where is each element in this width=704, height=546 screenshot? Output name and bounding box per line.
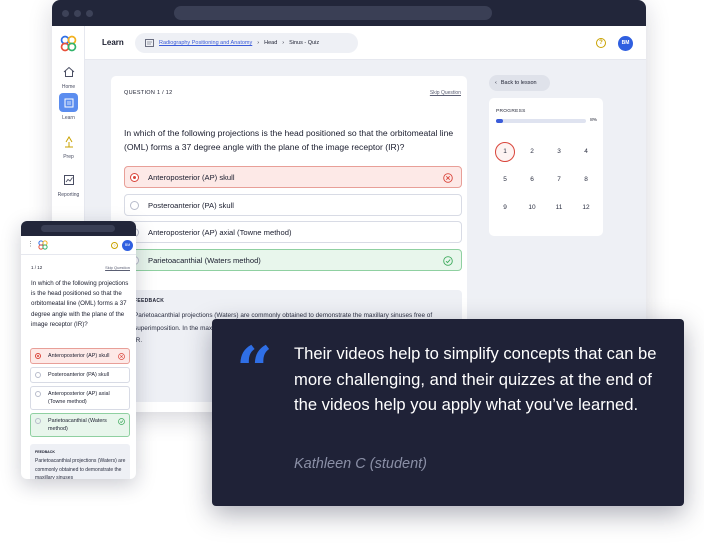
breadcrumb-separator: › xyxy=(282,40,285,46)
window-dot xyxy=(74,10,81,17)
question-text: In which of the following projections is… xyxy=(31,280,129,328)
help-icon[interactable]: ? xyxy=(111,242,118,249)
sidebar-label: Reporting xyxy=(57,192,80,198)
back-to-lesson-button[interactable]: ‹ Back to lesson xyxy=(489,75,550,91)
answer-option[interactable]: Posteroanterior (PA) skull xyxy=(30,367,130,383)
answer-label: Anteroposterior (AP) axial (Towne method… xyxy=(48,391,110,405)
sidebar-label: Learn xyxy=(62,115,75,121)
quote-mark-icon: “ xyxy=(236,333,273,408)
prep-icon xyxy=(59,132,78,151)
question-number-button[interactable]: 2 xyxy=(522,142,542,162)
question-number-button[interactable]: 10 xyxy=(522,198,542,218)
answer-label: Parietoacanthial (Waters method) xyxy=(48,418,107,432)
sidebar-item-learn[interactable]: Learn xyxy=(52,93,85,121)
question-number-button[interactable]: 11 xyxy=(549,198,569,218)
question-number-button[interactable]: 12 xyxy=(576,198,596,218)
question-number-button[interactable]: 8 xyxy=(576,170,596,190)
sidebar-item-reporting[interactable]: Reporting xyxy=(52,170,85,198)
sidebar-item-prep[interactable]: Prep xyxy=(52,132,85,160)
chart-icon xyxy=(59,170,78,189)
back-label: Back to lesson xyxy=(500,80,537,86)
learn-icon xyxy=(59,93,78,112)
browser-chrome xyxy=(52,0,646,26)
correct-icon xyxy=(443,256,453,266)
answer-option[interactable]: Anteroposterior (AP) skull xyxy=(124,166,462,188)
address-bar[interactable] xyxy=(174,6,492,20)
breadcrumb-course-link[interactable]: Radiography Positioning and Anatomy xyxy=(159,40,252,46)
sidebar-label: Home xyxy=(61,84,76,90)
answer-option[interactable]: Parietoacanthial (Waters method) xyxy=(124,249,462,271)
question-number: 1 / 12 xyxy=(31,265,43,270)
progress-fill xyxy=(496,119,504,123)
question-number-button[interactable]: 5 xyxy=(495,170,515,190)
question-number-button[interactable]: 1 xyxy=(495,142,515,162)
answer-label: Anteroposterior (AP) axial (Towne method… xyxy=(148,227,292,237)
question-number-button[interactable]: 4 xyxy=(576,142,596,162)
progress-bar xyxy=(496,119,586,123)
testimonial-quote: Their videos help to simplify concepts t… xyxy=(294,344,657,415)
question-number-button[interactable]: 9 xyxy=(495,198,515,218)
sidebar-item-home[interactable]: Home xyxy=(52,62,85,90)
app-logo-icon[interactable] xyxy=(38,240,48,250)
answer-label: Posteroanterior (PA) skull xyxy=(48,372,110,378)
feedback-panel: FEEDBACK Parietoacanthial projections (W… xyxy=(30,444,130,479)
breadcrumb-head[interactable]: Head xyxy=(264,40,277,46)
answer-label: Parietoacanthial (Waters method) xyxy=(148,255,261,265)
incorrect-icon xyxy=(443,173,453,183)
address-bar[interactable] xyxy=(41,225,115,232)
sidebar-label: Prep xyxy=(63,154,74,160)
question-number: QUESTION 1 / 12 xyxy=(124,90,173,96)
testimonial-author: Kathleen C (student) xyxy=(294,456,427,472)
top-bar: Learn Radiography Positioning and Anatom… xyxy=(85,26,646,60)
radio-icon xyxy=(35,372,41,378)
answer-label: Anteroposterior (AP) skull xyxy=(48,353,110,359)
chevron-left-icon: ‹ xyxy=(495,80,497,86)
question-grid: 1 2 3 4 5 6 7 8 9 10 11 12 xyxy=(495,142,599,218)
window-dot xyxy=(86,10,93,17)
radio-icon xyxy=(35,391,41,397)
answer-option[interactable]: Posteroanterior (PA) skull xyxy=(124,194,462,216)
answer-option[interactable]: Anteroposterior (AP) axial (Towne method… xyxy=(30,386,130,410)
answer-label: Anteroposterior (AP) skull xyxy=(148,172,235,182)
incorrect-icon xyxy=(118,353,125,360)
avatar[interactable]: BM xyxy=(122,240,133,251)
radio-selected-icon xyxy=(35,353,41,359)
window-dot xyxy=(62,10,69,17)
breadcrumb: Radiography Positioning and Anatomy › He… xyxy=(135,33,358,53)
progress-panel: PROGRESS 8% 1 2 3 4 5 6 7 8 9 10 11 12 xyxy=(489,98,603,236)
feedback-text: Parietoacanthial projections (Waters) ar… xyxy=(35,458,126,479)
answer-option[interactable]: Parietoacanthial (Waters method) xyxy=(30,413,130,437)
browser-chrome xyxy=(21,221,136,236)
progress-percent: 8% xyxy=(590,118,597,123)
app-logo-icon[interactable] xyxy=(60,35,77,52)
testimonial-card: “ Their videos help to simplify concepts… xyxy=(212,319,684,506)
feedback-heading: FEEDBACK xyxy=(134,298,165,304)
home-icon xyxy=(59,62,78,81)
skip-question-link[interactable]: Skip Question xyxy=(430,90,461,96)
help-icon[interactable]: ? xyxy=(596,38,606,48)
avatar[interactable]: BM xyxy=(618,36,633,51)
mobile-window: ⋮ ? BM 1 / 12 Skip Question In which of … xyxy=(21,221,136,479)
skip-question-link[interactable]: Skip Question xyxy=(105,265,130,270)
book-icon xyxy=(145,39,154,47)
breadcrumb-current: Sinus - Quiz xyxy=(289,40,320,46)
question-text: In which of the following projections is… xyxy=(124,128,454,152)
question-number-button[interactable]: 7 xyxy=(549,170,569,190)
menu-icon[interactable]: ⋮ xyxy=(27,240,34,248)
radio-icon xyxy=(35,418,41,424)
progress-heading: PROGRESS xyxy=(496,109,526,114)
answer-label: Posteroanterior (PA) skull xyxy=(148,200,234,210)
answer-option[interactable]: Anteroposterior (AP) axial (Towne method… xyxy=(124,221,462,243)
answer-option[interactable]: Anteroposterior (AP) skull xyxy=(30,348,130,364)
feedback-heading: FEEDBACK xyxy=(35,450,55,454)
breadcrumb-separator: › xyxy=(257,40,260,46)
correct-icon xyxy=(118,418,125,425)
page-title: Learn xyxy=(102,38,124,47)
question-number-button[interactable]: 3 xyxy=(549,142,569,162)
question-number-button[interactable]: 6 xyxy=(522,170,542,190)
radio-selected-icon xyxy=(130,172,139,182)
mobile-header: ⋮ ? BM xyxy=(21,236,136,255)
radio-icon xyxy=(130,200,139,210)
